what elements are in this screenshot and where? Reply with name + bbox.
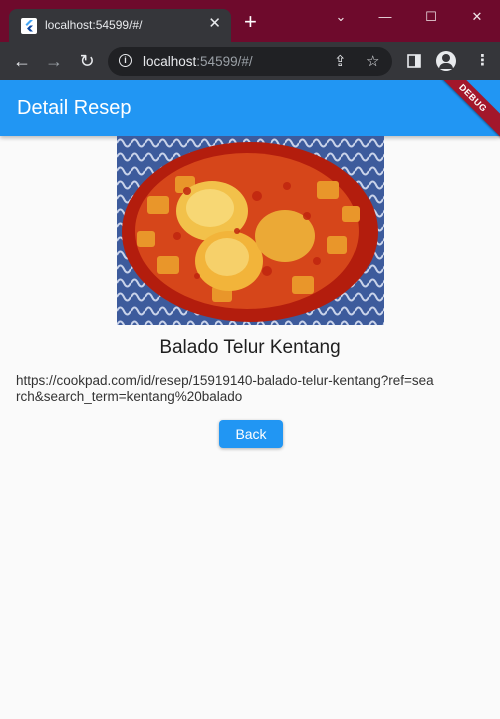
close-window-button[interactable]: ✕ (454, 6, 500, 28)
page-title: Detail Resep (17, 97, 132, 119)
recipe-name: Balado Telur Kentang (159, 337, 341, 358)
back-arrow-icon[interactable]: ← (10, 49, 34, 73)
app-viewport: Detail Resep DEBUG Balado Telur Kentang … (0, 80, 500, 719)
bookmark-star-icon[interactable]: ☆ (366, 52, 379, 70)
app-bar: Detail Resep (0, 80, 500, 136)
new-tab-button[interactable]: + (244, 11, 257, 33)
tab-title: localhost:54599/#/ (45, 18, 143, 32)
forward-arrow-icon[interactable]: → (42, 49, 66, 73)
tab-close-icon[interactable]: ✕ (208, 14, 221, 32)
recipe-url: https://cookpad.com/id/resep/15919140-ba… (16, 373, 434, 404)
side-panel-icon[interactable] (407, 54, 421, 68)
browser-toolbar: ← → ↻ i localhost:54599/#/ ⇪ ☆ ⋮ (0, 42, 500, 80)
url-text[interactable]: localhost:54599/#/ (143, 54, 253, 69)
maximize-button[interactable]: ☐ (408, 6, 454, 28)
reload-icon[interactable]: ↻ (75, 49, 99, 73)
recipe-image (117, 136, 384, 325)
address-bar[interactable]: i localhost:54599/#/ ⇪ ☆ (108, 47, 392, 76)
profile-avatar-icon[interactable] (436, 51, 456, 71)
browser-tab[interactable]: localhost:54599/#/ ✕ (9, 9, 231, 42)
window-titlebar: localhost:54599/#/ ✕ + ⌄ — ☐ ✕ (0, 0, 500, 42)
site-info-icon[interactable]: i (119, 54, 132, 67)
balado-dish-illustration (117, 136, 384, 325)
menu-kebab-icon[interactable]: ⋮ (475, 51, 490, 69)
minimize-button[interactable]: — (362, 6, 408, 28)
flutter-favicon-icon (21, 18, 37, 34)
share-icon[interactable]: ⇪ (334, 52, 347, 70)
back-button[interactable]: Back (219, 420, 283, 448)
tab-search-chevron-icon[interactable]: ⌄ (318, 6, 364, 28)
